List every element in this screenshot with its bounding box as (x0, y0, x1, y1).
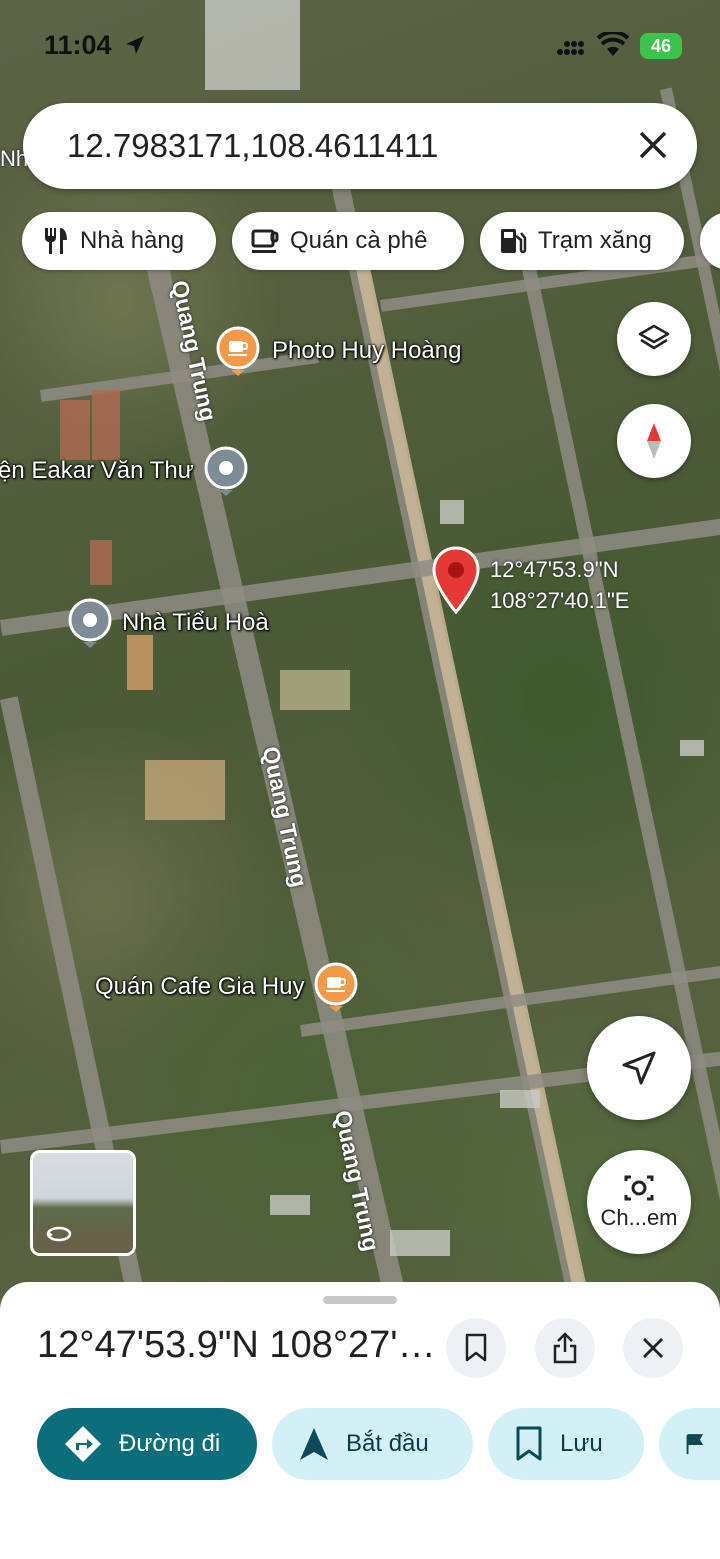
gas-pump-icon (501, 229, 527, 254)
search-bar[interactable]: 12.7983171,108.4611411 (23, 103, 697, 189)
chip-label: Nhà hàng (80, 227, 185, 254)
status-bar: 11:04 46 (0, 0, 720, 90)
close-icon (643, 1338, 663, 1358)
pin-latitude: 12°47'53.9"N (490, 557, 619, 582)
chip-gas[interactable]: Trạm xăng (480, 212, 684, 270)
my-location-button[interactable] (587, 1016, 691, 1120)
close-sheet-button[interactable] (623, 1318, 683, 1378)
camera-lens-icon (624, 1175, 654, 1201)
flag-icon (686, 1434, 704, 1455)
more-actions-button[interactable] (659, 1408, 720, 1480)
share-icon (553, 1332, 577, 1364)
place-title: 12°47'53.9"N 108°27'40.1"E (37, 1324, 437, 1366)
compass-button[interactable] (617, 404, 691, 478)
start-button[interactable]: Bắt đầu (272, 1408, 473, 1480)
share-button[interactable] (535, 1318, 595, 1378)
directions-icon (65, 1426, 101, 1462)
poi-photo-huy-hoang[interactable]: Photo Huy Hoàng (216, 326, 461, 376)
cellular-signal-icon (557, 41, 584, 55)
action-label: Bắt đầu (346, 1430, 429, 1457)
poi-eakar-van-thu[interactable]: ện Eakar Văn Thư (0, 446, 248, 496)
category-chips: Nhà hàng Quán cà phê Trạm xăng (22, 212, 720, 274)
navigation-arrow-icon (622, 1051, 656, 1085)
search-query[interactable]: 12.7983171,108.4611411 (67, 127, 438, 165)
dropped-pin[interactable] (431, 546, 481, 621)
sheet-handle[interactable] (323, 1296, 397, 1304)
save-bookmark-button[interactable] (446, 1318, 506, 1378)
place-sheet[interactable]: 12°47'53.9"N 108°27'40.1"E Đường đi Bắt … (0, 1282, 720, 1559)
coffee-marker-icon (216, 326, 260, 376)
fork-knife-icon (45, 228, 67, 254)
save-button[interactable]: Lưu (488, 1408, 644, 1480)
close-icon[interactable] (635, 127, 671, 163)
directions-button[interactable]: Đường đi (37, 1408, 257, 1480)
poi-quan-cafe-gia-huy[interactable]: Quán Cafe Gia Huy (95, 962, 358, 1012)
layers-button[interactable] (617, 302, 691, 376)
place-marker-icon (204, 446, 248, 496)
bookmark-icon (465, 1333, 487, 1362)
action-label: Lưu (560, 1430, 603, 1457)
location-arrow-icon (126, 36, 144, 54)
coffee-marker-icon (314, 962, 358, 1012)
battery-level: 46 (650, 36, 672, 56)
battery-indicator: 46 (640, 33, 682, 59)
street-label: Quang Trung (257, 744, 313, 890)
chip-restaurants[interactable]: Nhà hàng (22, 212, 216, 270)
pin-longitude: 108°27'40.1"E (490, 588, 630, 613)
poi-label: Photo Huy Hoàng (272, 337, 462, 364)
street-view-thumbnail[interactable] (30, 1150, 136, 1256)
camera-button-label: Ch...em (600, 1205, 678, 1230)
chip-label: Trạm xăng (538, 227, 652, 254)
red-pin-icon (432, 546, 480, 615)
chip-coffee[interactable]: Quán cà phê (232, 212, 464, 270)
coffee-cup-icon (251, 229, 279, 253)
poi-label: Quán Cafe Gia Huy (95, 973, 305, 1000)
compass-icon (647, 423, 661, 459)
clock: 11:04 (44, 30, 112, 60)
rotate-360-icon (46, 1226, 72, 1242)
camera-search-button[interactable]: Ch...em (587, 1150, 691, 1254)
layers-icon (638, 324, 670, 350)
action-label: Đường đi (119, 1430, 221, 1457)
navigation-icon (300, 1428, 328, 1460)
bookmark-icon (516, 1426, 542, 1461)
place-marker-icon (68, 598, 112, 648)
poi-label: Nhà Tiểu Hoà (122, 609, 269, 636)
poi-label: ện Eakar Văn Thư (0, 457, 194, 484)
chip-label: Quán cà phê (290, 227, 428, 254)
chip-more[interactable] (700, 212, 720, 270)
poi-nha-tieu-hoa[interactable]: Nhà Tiểu Hoà (68, 598, 269, 648)
wifi-icon (597, 32, 629, 56)
